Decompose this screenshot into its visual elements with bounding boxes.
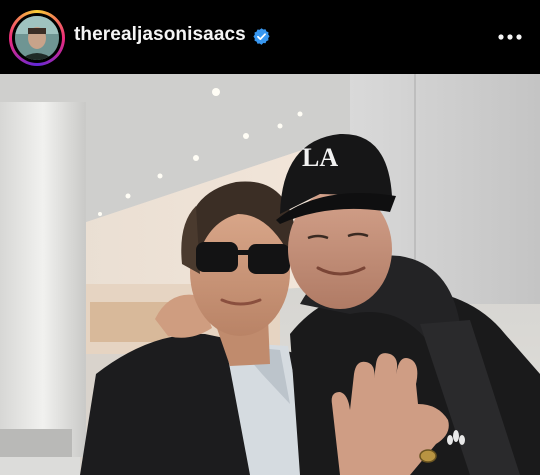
story-ring[interactable] (9, 10, 65, 66)
cap-logo: LA (302, 143, 338, 172)
more-horizontal-icon[interactable] (496, 28, 526, 46)
instagram-post: therealjasonisaacs LA (0, 0, 540, 475)
avatar-image (15, 16, 59, 60)
post-header: therealjasonisaacs (0, 0, 540, 74)
verified-badge-icon (253, 28, 270, 45)
profile-avatar[interactable] (15, 16, 59, 60)
username[interactable]: therealjasonisaacs (74, 24, 246, 46)
post-photo[interactable]: LA (0, 74, 540, 475)
photo-image: LA (0, 74, 540, 475)
